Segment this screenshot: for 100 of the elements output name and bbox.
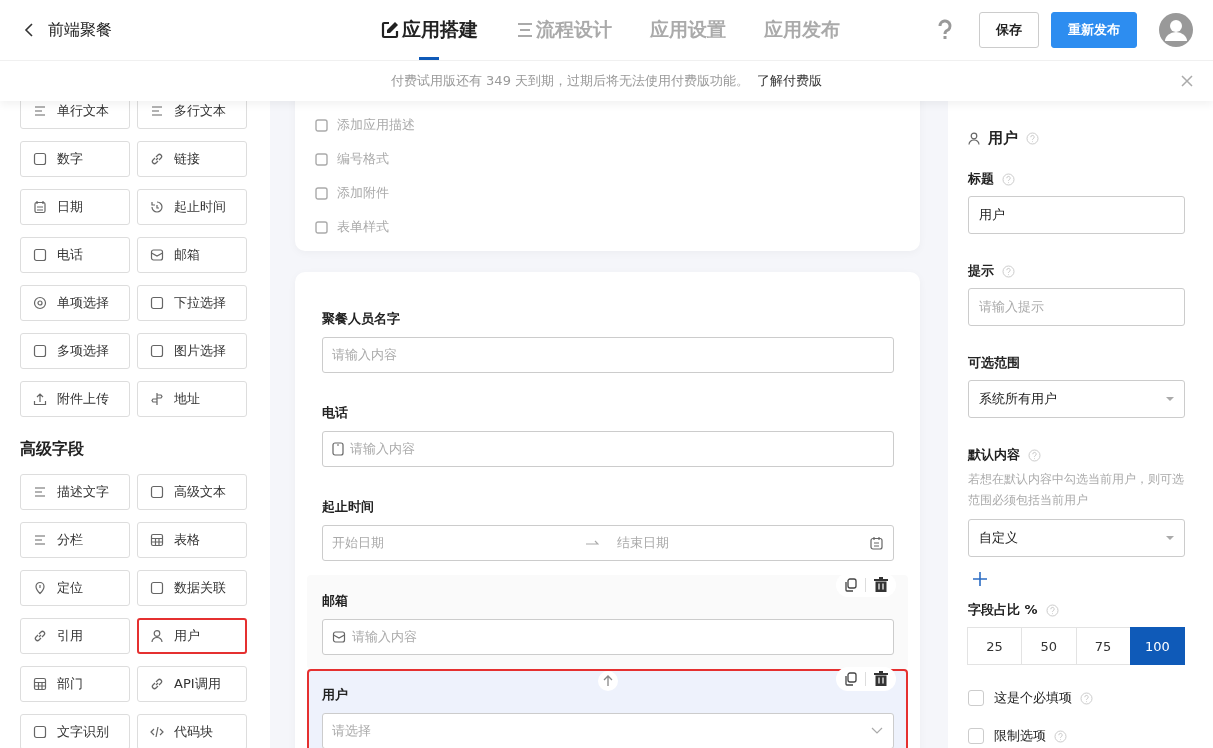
help-icon[interactable]: [1045, 603, 1059, 617]
clock-icon: [150, 200, 164, 214]
lines-icon: [33, 485, 47, 499]
property-label: 默认内容: [968, 446, 1020, 464]
pin-icon: [33, 581, 47, 595]
lines-icon: [516, 21, 534, 39]
help-icon[interactable]: [1002, 172, 1015, 186]
property-label: 提示: [968, 262, 994, 280]
section-heading: 高级字段: [20, 439, 85, 460]
property-label: 标题: [968, 170, 994, 188]
field-type-item[interactable]: 下拉选择: [137, 285, 247, 321]
field-type-item[interactable]: 引用: [20, 618, 130, 654]
square-icon: [33, 248, 47, 262]
square-icon: [150, 581, 164, 595]
lines-icon: [33, 533, 47, 547]
chevron-down-icon: [871, 727, 883, 735]
person-icon: [968, 132, 980, 145]
square-icon: [33, 344, 47, 358]
field-type-item[interactable]: 文字识别: [20, 714, 130, 748]
field-label: 电话: [322, 404, 349, 422]
square-icon: [315, 220, 328, 234]
field-type-item[interactable]: 多行文本: [137, 101, 247, 129]
help-icon[interactable]: [1080, 691, 1093, 705]
help-icon[interactable]: [937, 19, 953, 41]
square-icon: [150, 344, 164, 358]
arrow-up-icon[interactable]: [597, 671, 618, 691]
field-label: 起止时间: [322, 498, 375, 516]
range-select[interactable]: 系统所有用户: [968, 380, 1185, 418]
form-field-block[interactable]: 电话 请输入内容: [307, 387, 908, 481]
link-icon: [33, 629, 47, 643]
width-option[interactable]: 100: [1129, 627, 1185, 665]
default-select[interactable]: 自定义: [968, 519, 1185, 557]
field-type-item[interactable]: 单行文本: [20, 101, 130, 129]
form-field-block[interactable]: 聚餐人员名字 请输入内容: [307, 293, 908, 387]
calendar-icon: [33, 200, 47, 214]
field-type-item[interactable]: 附件上传: [20, 381, 130, 417]
help-icon[interactable]: [1028, 448, 1041, 462]
field-type-title: 用户: [988, 129, 1018, 148]
field-type-item[interactable]: 图片选择: [137, 333, 247, 369]
link-icon: [150, 677, 164, 691]
square-icon: [150, 296, 164, 310]
checkbox[interactable]: [968, 728, 984, 744]
form-field-block[interactable]: 用户 请选择: [307, 669, 908, 748]
envelope-icon: [150, 248, 164, 262]
back-icon[interactable]: [24, 23, 34, 37]
field-type-item[interactable]: 链接: [137, 141, 247, 177]
grid-icon: [33, 677, 47, 691]
field-type-item[interactable]: 代码块: [137, 714, 247, 748]
help-icon[interactable]: [1054, 729, 1067, 743]
field-type-item[interactable]: API调用: [137, 666, 247, 702]
square-icon: [33, 725, 47, 739]
copy-icon[interactable]: [844, 578, 857, 592]
copy-icon[interactable]: [844, 672, 857, 686]
field-label: 聚餐人员名字: [322, 310, 401, 328]
field-type-item[interactable]: 地址: [137, 381, 247, 417]
form-field-block[interactable]: 起止时间 开始日期 结束日期: [307, 481, 908, 575]
form-field-block[interactable]: 邮箱 请输入内容: [307, 575, 908, 669]
checkbox[interactable]: [968, 690, 984, 706]
field-type-item[interactable]: 多项选择: [20, 333, 130, 369]
field-type-item[interactable]: 高级文本: [137, 474, 247, 510]
title-input[interactable]: 用户: [968, 196, 1185, 234]
trash-icon[interactable]: [874, 577, 888, 593]
width-option[interactable]: 25: [967, 627, 1023, 665]
field-type-item[interactable]: 数字: [20, 141, 130, 177]
person-icon: [150, 629, 164, 643]
lines-icon: [150, 104, 164, 118]
field-type-item[interactable]: 日期: [20, 189, 130, 225]
help-icon[interactable]: [1002, 264, 1015, 278]
app-title: 前端聚餐: [48, 19, 112, 41]
field-type-item[interactable]: 电话: [20, 237, 130, 273]
square-icon: [315, 118, 328, 132]
grid-icon: [150, 533, 164, 547]
help-icon[interactable]: [1026, 132, 1039, 145]
save-button[interactable]: 保存: [979, 12, 1039, 48]
field-type-item[interactable]: 单项选择: [20, 285, 130, 321]
field-type-item[interactable]: 表格: [137, 522, 247, 558]
edit-icon: [380, 20, 400, 40]
envelope-icon: [332, 630, 346, 644]
field-type-item[interactable]: 分栏: [20, 522, 130, 558]
pricing-link[interactable]: 了解付费版: [757, 72, 823, 90]
trash-icon[interactable]: [874, 671, 888, 687]
field-label: 用户: [322, 686, 349, 704]
upload-icon: [33, 392, 47, 406]
checkbox-label: 这是个必填项: [994, 689, 1072, 707]
link-icon: [150, 152, 164, 166]
field-type-item[interactable]: 数据关联: [137, 570, 247, 606]
field-type-item[interactable]: 起止时间: [137, 189, 247, 225]
field-type-item[interactable]: 描述文字: [20, 474, 130, 510]
field-type-item[interactable]: 用户: [137, 618, 247, 654]
field-type-item[interactable]: 定位: [20, 570, 130, 606]
calendar-icon: [870, 536, 883, 550]
field-type-item[interactable]: 邮箱: [137, 237, 247, 273]
width-option[interactable]: 50: [1021, 627, 1077, 665]
property-label: 字段占比 %: [968, 601, 1038, 619]
code-icon: [150, 725, 164, 739]
square-icon: [315, 152, 328, 166]
default-note: 若想在默认内容中勾选当前用户，则可选范围必须包括当前用户: [968, 471, 1185, 509]
avatar-icon[interactable]: [1159, 13, 1193, 47]
field-type-item[interactable]: 部门: [20, 666, 130, 702]
close-icon[interactable]: [1181, 75, 1193, 87]
